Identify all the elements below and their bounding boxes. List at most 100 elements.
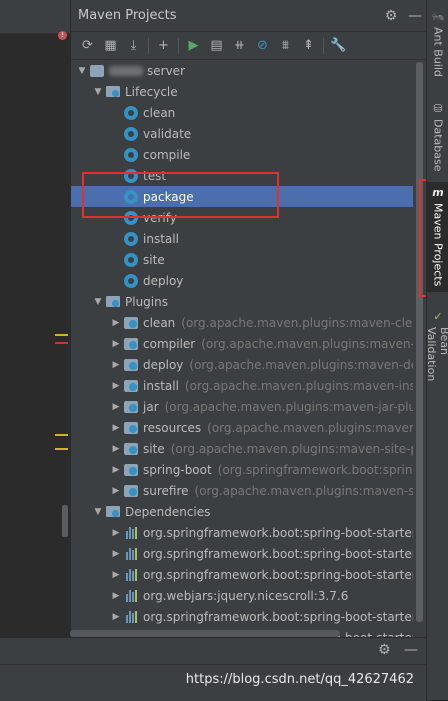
error-marker-icon[interactable]: ! <box>58 31 67 40</box>
toggle-offline-icon[interactable]: ⧺ <box>228 35 251 57</box>
tree-node-label: package <box>143 189 194 204</box>
lifecycle-goal-gear-icon <box>123 252 139 268</box>
warning-marker[interactable] <box>55 448 68 450</box>
plugin-surefire[interactable]: ▶ surefire (org.apache.maven.plugins:maven… <box>71 480 413 501</box>
lifecycle-goal-clean[interactable]: clean <box>71 102 413 123</box>
editor-area[interactable]: ! <box>0 0 70 637</box>
tree-horizontal-scrollbar[interactable] <box>70 630 340 637</box>
ant-icon: 🐜 <box>431 10 445 23</box>
tree-node-plugins[interactable]: ▼ Plugins <box>71 291 413 312</box>
plugin-icon <box>123 357 139 373</box>
collapse-all-icon[interactable]: ⇞ <box>297 35 320 57</box>
download-icon[interactable]: ⤓ <box>122 35 145 57</box>
dependency-library-icon <box>123 588 139 604</box>
expand-arrow-icon[interactable]: ▼ <box>91 507 105 517</box>
dependency-library-icon <box>123 567 139 583</box>
tree-node-label: deploy <box>143 357 184 372</box>
tree-node-label: clean <box>143 105 176 120</box>
reimport-icon[interactable]: ⟳ <box>76 35 99 57</box>
side-tab-maven-projects[interactable]: m Maven Projects <box>427 182 448 292</box>
run-icon[interactable]: ▶ <box>182 35 205 57</box>
dependency-item[interactable]: ▶ org.springframework.boot:spring-boot-st… <box>71 564 413 585</box>
tree-node-label: site <box>143 441 165 456</box>
collapsed-arrow-icon[interactable]: ▶ <box>109 570 123 580</box>
tree-node-label: deploy <box>143 273 184 288</box>
lifecycle-goal-install[interactable]: install <box>71 228 413 249</box>
error-stripe-marker[interactable] <box>55 342 68 344</box>
collapsed-arrow-icon[interactable]: ▶ <box>109 612 123 622</box>
side-tab-label: Ant Build <box>431 27 445 77</box>
expand-arrow-icon[interactable]: ▼ <box>91 87 105 97</box>
plugin-clean[interactable]: ▶ clean (org.apache.maven.plugins:maven-cl… <box>71 312 413 333</box>
lifecycle-goal-site[interactable]: site <box>71 249 413 270</box>
dependency-library-icon <box>123 525 139 541</box>
scrollbar-thumb[interactable] <box>416 62 423 622</box>
show-dependencies-icon[interactable]: ⩩ <box>274 35 297 57</box>
collapsed-arrow-icon[interactable]: ▶ <box>109 318 123 328</box>
side-tab-label: Bean Validation <box>425 327 448 382</box>
tree-node-label: clean <box>143 315 176 330</box>
dependency-item[interactable]: ▶ org.webjars:jquery.nicescroll:3.7.6 <box>71 585 413 606</box>
skip-tests-icon[interactable]: ⊘ <box>251 35 274 57</box>
lifecycle-goal-validate[interactable]: validate <box>71 123 413 144</box>
collapsed-arrow-icon[interactable]: ▶ <box>109 339 123 349</box>
lifecycle-goal-package[interactable]: package <box>71 186 413 207</box>
maven-tree[interactable]: ▼ server ▼ Lifecycle clean validate compile tes… <box>71 60 413 637</box>
collapsed-arrow-icon[interactable]: ▶ <box>109 360 123 370</box>
collapsed-arrow-icon[interactable]: ▶ <box>109 423 123 433</box>
collapsed-arrow-icon[interactable]: ▶ <box>109 444 123 454</box>
collapsed-arrow-icon[interactable]: ▶ <box>109 381 123 391</box>
lifecycle-goal-compile[interactable]: compile <box>71 144 413 165</box>
plugin-spring-boot[interactable]: ▶ spring-boot (org.springframework.boot:sp… <box>71 459 413 480</box>
lifecycle-goal-test[interactable]: test <box>71 165 413 186</box>
tree-node-label: compile <box>143 147 191 162</box>
dependency-item[interactable]: ▶ org.springframework.boot:spring-boot-st… <box>71 522 413 543</box>
plugin-icon <box>123 336 139 352</box>
side-tab-database[interactable]: ⛁ Database <box>427 98 448 172</box>
dependency-item[interactable]: ▶ org.springframework.boot:spring-boot-st… <box>71 543 413 564</box>
gear-icon[interactable]: ⚙ <box>378 642 391 658</box>
minimize-icon[interactable]: — <box>403 8 427 24</box>
generate-sources-icon[interactable]: ▦ <box>99 35 122 57</box>
collapsed-arrow-icon[interactable]: ▶ <box>109 402 123 412</box>
warning-marker[interactable] <box>55 334 68 336</box>
right-tool-strip: 🐜 Ant Build ⛁ Database m Maven Projects ✓ Bean … <box>425 0 448 700</box>
add-icon[interactable]: + <box>152 35 175 57</box>
plugin-resources[interactable]: ▶ resources (org.apache.maven.plugins:mave… <box>71 417 413 438</box>
tree-node-dependencies[interactable]: ▼ Dependencies <box>71 501 413 522</box>
plugin-site[interactable]: ▶ site (org.apache.maven.plugins:maven-sit… <box>71 438 413 459</box>
expand-arrow-icon[interactable]: ▼ <box>75 66 89 76</box>
tree-node-label: verify <box>143 210 177 225</box>
plugins-folder-icon <box>105 294 121 310</box>
tree-node-label: install <box>143 231 179 246</box>
plugin-jar[interactable]: ▶ jar (org.apache.maven.plugins:maven-jar-… <box>71 396 413 417</box>
collapsed-arrow-icon[interactable]: ▶ <box>109 486 123 496</box>
plugin-compiler[interactable]: ▶ compiler (org.apache.maven.plugins:maven… <box>71 333 413 354</box>
collapsed-arrow-icon[interactable]: ▶ <box>109 591 123 601</box>
lifecycle-goal-deploy[interactable]: deploy <box>71 270 413 291</box>
expand-arrow-icon[interactable]: ▼ <box>91 297 105 307</box>
warning-marker[interactable] <box>55 434 68 436</box>
minimize-icon[interactable]: — <box>404 642 418 658</box>
collapsed-arrow-icon[interactable]: ▶ <box>109 549 123 559</box>
editor-scrollbar-thumb[interactable] <box>62 505 68 537</box>
dependency-library-icon <box>123 609 139 625</box>
execute-goal-icon[interactable]: ▤ <box>205 35 228 57</box>
tree-node-lifecycle[interactable]: ▼ Lifecycle <box>71 81 413 102</box>
plugin-install[interactable]: ▶ install (org.apache.maven.plugins:maven-… <box>71 375 413 396</box>
side-tab-ant-build[interactable]: 🐜 Ant Build <box>427 6 448 88</box>
panel-titlebar: Maven Projects ⚙ — <box>71 0 427 32</box>
collapsed-arrow-icon[interactable]: ▶ <box>109 465 123 475</box>
side-tab-bean-validation[interactable]: ✓ Bean Validation <box>425 306 448 410</box>
tree-node-root[interactable]: ▼ server <box>71 60 413 81</box>
gear-icon[interactable]: ⚙ <box>379 8 403 24</box>
collapsed-arrow-icon[interactable]: ▶ <box>109 528 123 538</box>
tree-node-label: compiler <box>143 336 196 351</box>
lifecycle-goal-verify[interactable]: verify <box>71 207 413 228</box>
dependency-item[interactable]: ▶ org.springframework.boot:spring-boot-st… <box>71 606 413 627</box>
tree-node-label: org.webjars:jquery.nicescroll:3.7.6 <box>143 588 349 603</box>
settings-wrench-icon[interactable]: 🔧 <box>327 35 350 57</box>
lifecycle-goal-gear-icon <box>123 273 139 289</box>
toolbar-separator <box>323 37 324 54</box>
plugin-deploy[interactable]: ▶ deploy (org.apache.maven.plugins:maven-d… <box>71 354 413 375</box>
